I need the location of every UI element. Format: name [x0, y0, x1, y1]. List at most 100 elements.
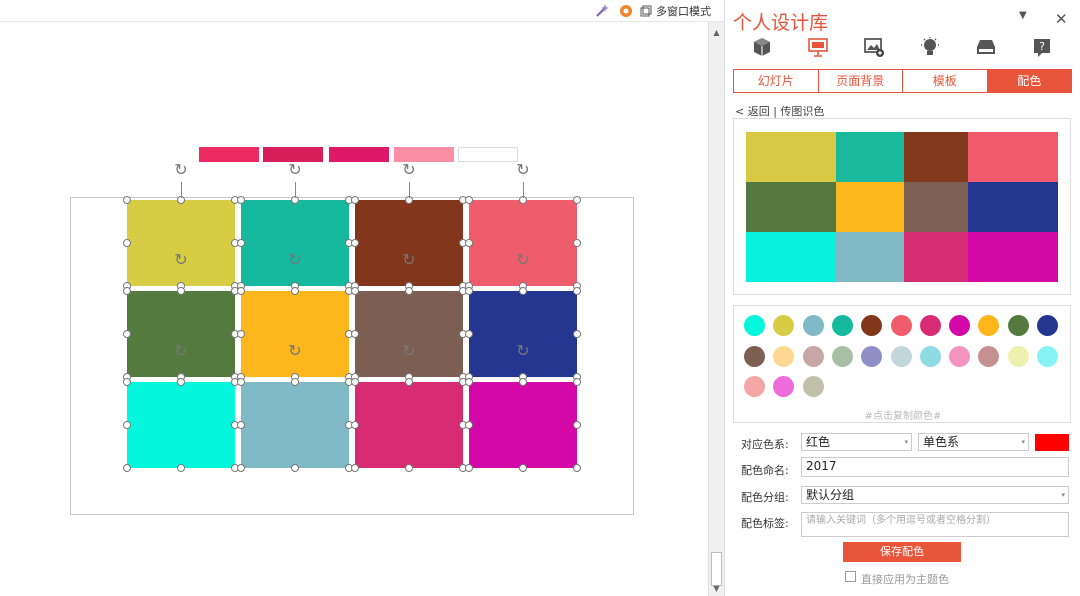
- resize-handle[interactable]: [351, 239, 359, 247]
- resize-handle[interactable]: [237, 287, 245, 295]
- color-swatch[interactable]: [978, 315, 1000, 336]
- resize-handle[interactable]: [465, 287, 473, 295]
- resize-handle[interactable]: [405, 464, 413, 472]
- color-swatch[interactable]: [831, 345, 853, 367]
- resize-handle[interactable]: [237, 378, 245, 386]
- multi-window-button[interactable]: 多窗口模式: [640, 3, 711, 19]
- color-tile[interactable]: [241, 200, 349, 286]
- resize-handle[interactable]: [123, 421, 131, 429]
- resize-handle[interactable]: [237, 421, 245, 429]
- resize-handle[interactable]: [405, 378, 413, 386]
- slide-canvas[interactable]: ↻ ↻ ↻ ↻ ↻ ↻ ↻ ↻ ↻ ↻ ↻ ↻: [0, 22, 708, 596]
- color-swatch[interactable]: [890, 315, 912, 336]
- tab-color-schemes[interactable]: 配色: [987, 70, 1071, 92]
- resize-handle[interactable]: [573, 378, 581, 386]
- resize-handle[interactable]: [291, 378, 299, 386]
- rotate-handle-icon[interactable]: ↻: [172, 161, 190, 179]
- resize-handle[interactable]: [351, 464, 359, 472]
- resize-handle[interactable]: [351, 378, 359, 386]
- resize-handle[interactable]: [573, 464, 581, 472]
- resize-handle[interactable]: [573, 330, 581, 338]
- drive-icon[interactable]: [975, 36, 997, 58]
- resize-handle[interactable]: [237, 239, 245, 247]
- color-swatch[interactable]: [1037, 345, 1058, 367]
- rotate-handle-icon[interactable]: ↻: [286, 161, 304, 179]
- resize-handle[interactable]: [519, 464, 527, 472]
- tab-templates[interactable]: 模板: [903, 70, 988, 92]
- resize-handle[interactable]: [405, 287, 413, 295]
- resize-handle[interactable]: [291, 464, 299, 472]
- resize-handle[interactable]: [351, 287, 359, 295]
- resize-handle[interactable]: [465, 378, 473, 386]
- color-tile[interactable]: [241, 382, 349, 468]
- color-swatch[interactable]: [744, 345, 765, 367]
- color-picker-swatch[interactable]: [1035, 434, 1069, 451]
- color-swatch[interactable]: [773, 345, 795, 367]
- color-swatch[interactable]: [919, 345, 941, 367]
- resize-handle[interactable]: [465, 464, 473, 472]
- resize-handle[interactable]: [465, 196, 473, 204]
- color-tile[interactable]: [469, 200, 577, 286]
- resize-handle[interactable]: [237, 330, 245, 338]
- color-swatch[interactable]: [978, 345, 1000, 367]
- resize-handle[interactable]: [465, 421, 473, 429]
- help-icon[interactable]: ?: [1031, 36, 1053, 58]
- color-type-select[interactable]: 单色系 ▾: [918, 433, 1029, 451]
- resize-handle[interactable]: [573, 196, 581, 204]
- color-bar[interactable]: [458, 147, 518, 162]
- color-tile[interactable]: [241, 291, 349, 377]
- rotate-handle-icon[interactable]: ↻: [286, 342, 304, 360]
- color-swatch[interactable]: [744, 376, 765, 397]
- color-swatch[interactable]: [773, 376, 795, 397]
- resize-handle[interactable]: [519, 378, 527, 386]
- resize-handle[interactable]: [237, 464, 245, 472]
- rotate-handle-icon[interactable]: ↻: [400, 161, 418, 179]
- resize-handle[interactable]: [177, 287, 185, 295]
- vertical-scrollbar[interactable]: ▲ ▼: [708, 22, 724, 596]
- magic-wand-icon[interactable]: [594, 3, 610, 19]
- panel-menu-icon[interactable]: ▼: [1019, 10, 1027, 21]
- resize-handle[interactable]: [123, 239, 131, 247]
- group-select[interactable]: 默认分组 ▾: [801, 486, 1069, 504]
- resize-handle[interactable]: [177, 378, 185, 386]
- color-tile[interactable]: [469, 291, 577, 377]
- color-swatch[interactable]: [831, 315, 853, 336]
- color-family-select[interactable]: 红色 ▾: [801, 433, 912, 451]
- color-swatch[interactable]: [919, 315, 941, 336]
- resize-handle[interactable]: [291, 287, 299, 295]
- close-icon[interactable]: ✕: [1055, 10, 1068, 28]
- color-swatch[interactable]: [1037, 315, 1058, 336]
- tab-page-background[interactable]: 页面背景: [819, 70, 903, 92]
- save-color-button[interactable]: 保存配色: [843, 542, 961, 562]
- resize-handle[interactable]: [573, 421, 581, 429]
- color-tile[interactable]: [355, 382, 463, 468]
- resize-handle[interactable]: [237, 196, 245, 204]
- rotate-handle-icon[interactable]: ↻: [286, 251, 304, 269]
- resize-handle[interactable]: [351, 330, 359, 338]
- color-swatch[interactable]: [744, 315, 765, 336]
- color-swatch[interactable]: [802, 376, 824, 397]
- resize-handle[interactable]: [573, 287, 581, 295]
- color-swatch[interactable]: [1007, 345, 1029, 367]
- lightbulb-icon[interactable]: [919, 36, 941, 58]
- resize-handle[interactable]: [573, 239, 581, 247]
- slide-icon[interactable]: [807, 36, 829, 58]
- color-swatch[interactable]: [949, 315, 971, 336]
- color-swatch[interactable]: [1007, 315, 1029, 336]
- color-swatch[interactable]: [861, 315, 883, 336]
- resize-handle[interactable]: [351, 421, 359, 429]
- color-swatch[interactable]: [949, 345, 971, 367]
- resize-handle[interactable]: [123, 330, 131, 338]
- tags-input[interactable]: 请输入关键词（多个用逗号或者空格分割）: [801, 512, 1069, 537]
- scroll-up-icon[interactable]: ▲: [709, 26, 724, 40]
- resize-handle[interactable]: [123, 196, 131, 204]
- color-tile[interactable]: [469, 382, 577, 468]
- rotate-handle-icon[interactable]: ↻: [172, 342, 190, 360]
- color-bar[interactable]: [199, 147, 259, 162]
- color-tile[interactable]: [127, 382, 235, 468]
- tab-slides[interactable]: 幻灯片: [734, 70, 819, 92]
- resize-handle[interactable]: [465, 330, 473, 338]
- cube-icon[interactable]: [751, 36, 773, 58]
- scroll-down-icon[interactable]: ▼: [709, 582, 724, 596]
- resize-handle[interactable]: [465, 239, 473, 247]
